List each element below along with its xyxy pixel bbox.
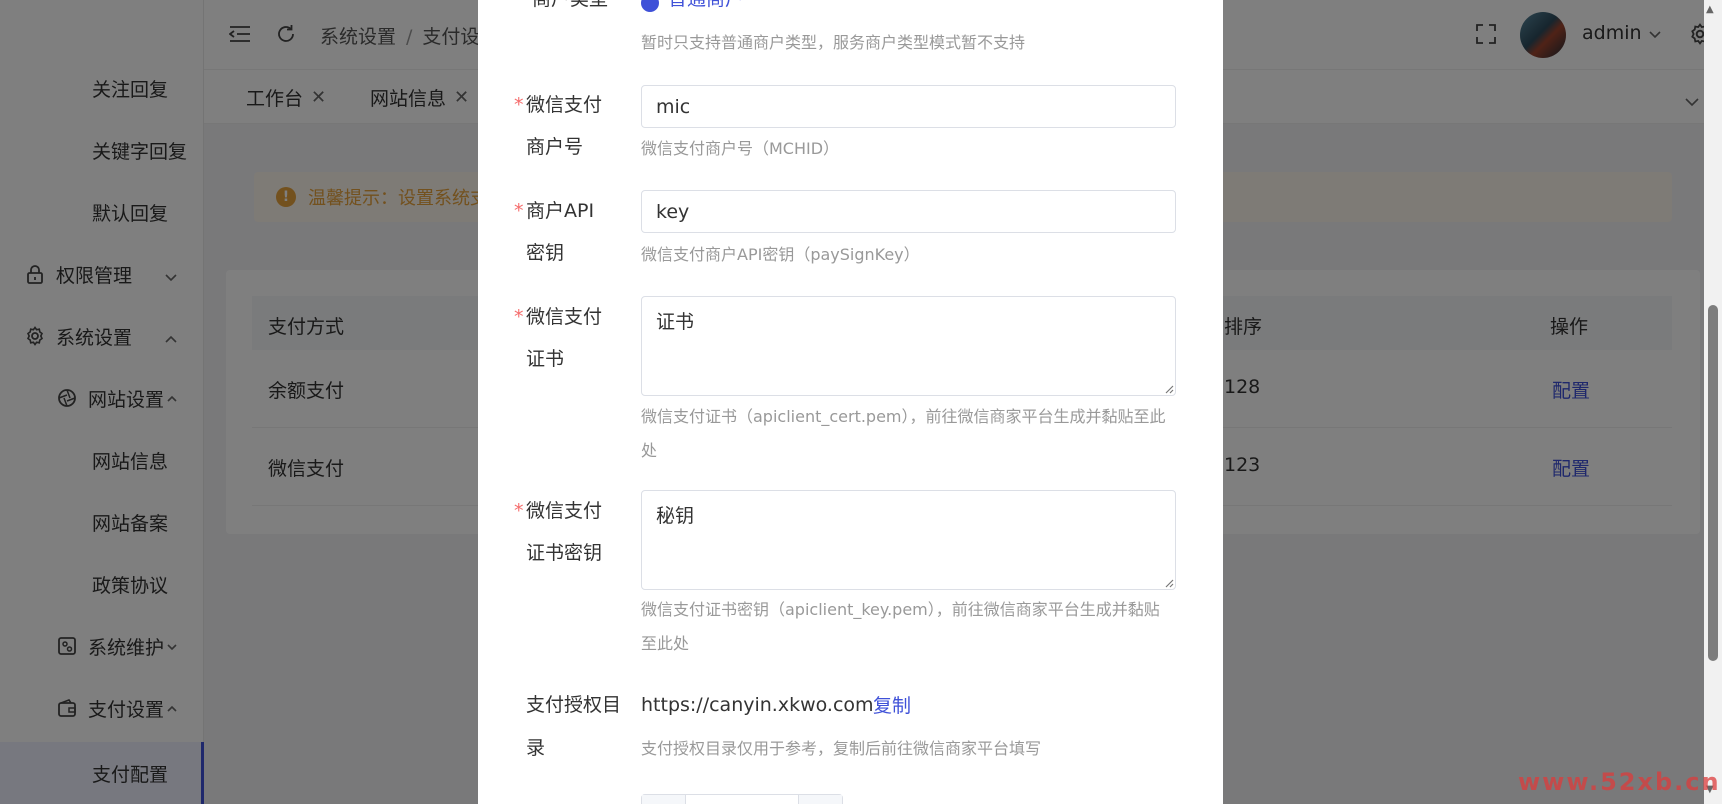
mchid-help: 微信支付商户号（MCHID） [641,139,840,158]
label-text: 商户API [526,200,595,222]
copy-button[interactable]: 复制 [873,685,911,728]
cert-label-line2: 证书 [526,348,565,370]
resize-handle-icon[interactable] [1164,384,1174,394]
cert-key-label: * 微信支付 [514,490,626,533]
cert-key-help: 微信支付证书密钥（apiclient_key.pem），前往微信商家平台生成并黏… [641,593,1176,661]
api-key-label: * 商户API [514,190,626,233]
stepper-increase-button[interactable] [798,795,842,804]
required-mark: * [514,200,524,222]
cert-help: 微信支付证书（apiclient_cert.pem），前往微信商家平台生成并黏贴… [641,400,1176,468]
cert-label: * 微信支付 [514,296,626,339]
merchant-type-value[interactable]: 普通商户 [668,0,744,21]
label-text: 微信支付 [526,500,603,522]
help-line: 处 [641,441,658,460]
api-key-help: 微信支付商户API密钥（paySignKey） [641,245,920,264]
radio-selected-icon[interactable] [641,0,659,12]
help-line: 微信支付证书（apiclient_cert.pem），前往微信商家平台生成并黏贴… [641,407,1166,426]
required-mark: * [514,500,524,522]
cert-textarea[interactable]: 证书 [641,296,1176,396]
api-key-label-line2: 密钥 [526,242,565,264]
mchid-label: * 微信支付 [514,84,626,127]
cert-key-textarea[interactable]: 秘钥 [641,490,1176,590]
mchid-label-line2: 商户号 [526,136,584,158]
mchid-input[interactable] [641,85,1176,128]
auth-dir-value: https://canyin.xkwo.com [641,694,874,716]
label-text: 微信支付 [526,94,603,116]
auth-dir-help: 支付授权目录仅用于参考，复制后前往微信商家平台填写 [641,739,1042,758]
cert-key-label-line2: 证书密钥 [526,542,603,564]
merchant-type-help: 暂时只支持普通商户类型，服务商户类型模式暂不支持 [641,33,1026,52]
scroll-up-icon[interactable]: ▲ [1706,4,1714,15]
required-mark: * [514,306,524,328]
scrollbar-thumb[interactable] [1708,305,1718,661]
merchant-type-label: 商户类型 [532,0,632,21]
label-text: 微信支付 [526,306,603,328]
watermark: www.52xb.cn [1518,768,1721,796]
help-line: 至此处 [641,634,690,653]
api-key-input[interactable] [641,190,1176,233]
auth-dir-label: 支付授权目 [526,694,622,716]
help-line: 微信支付证书密钥（apiclient_key.pem），前往微信商家平台生成并黏… [641,600,1160,619]
sort-stepper[interactable] [641,794,843,804]
wechat-pay-config-dialog: 商户类型 普通商户 暂时只支持普通商户类型，服务商户类型模式暂不支持 *微信支付… [478,0,1223,804]
resize-handle-icon[interactable] [1164,578,1174,588]
stepper-decrease-button[interactable] [642,795,686,804]
auth-dir-label-line2: 录 [526,737,546,759]
required-mark: * [514,94,524,116]
